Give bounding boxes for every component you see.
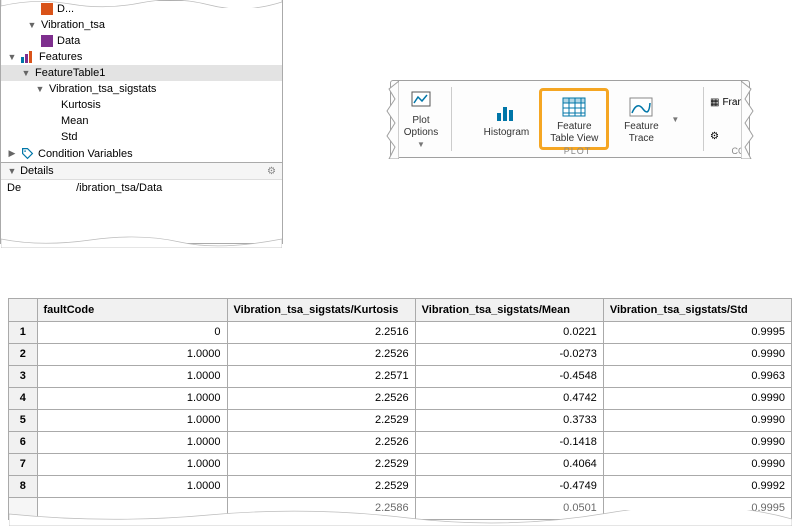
cell-kurtosis[interactable]: 2.2516 xyxy=(227,321,415,343)
cell-faultcode[interactable]: 1.0000 xyxy=(37,431,227,453)
details-body: Dexxxxxxxxxx/ibration_tsa/Data xyxy=(1,179,282,196)
tree-item-mean[interactable]: Mean xyxy=(1,113,282,129)
row-number: 3 xyxy=(9,365,37,387)
cell-kurtosis[interactable]: 2.2529 xyxy=(227,409,415,431)
table-row[interactable]: 21.00002.2526-0.02730.9990 xyxy=(9,343,792,365)
table-row[interactable]: 81.00002.2529-0.47490.9992 xyxy=(9,475,792,497)
table-row[interactable]: 51.00002.25290.37330.9990 xyxy=(9,409,792,431)
plot-type-group: Histogram Feature Table View Feature Tra… xyxy=(452,81,703,157)
tree-item-condition-variables[interactable]: ▶Condition Variables xyxy=(1,145,282,162)
histogram-button[interactable]: Histogram xyxy=(476,97,538,141)
cell-faultcode[interactable]: 1.0000 xyxy=(37,387,227,409)
cell-kurtosis[interactable]: 2.2526 xyxy=(227,343,415,365)
feature-table: faultCode Vibration_tsa_sigstats/Kurtosi… xyxy=(8,298,792,520)
cell-kurtosis[interactable]: 2.2526 xyxy=(227,387,415,409)
cell-faultcode[interactable]: 1.0000 xyxy=(37,475,227,497)
row-number: 4 xyxy=(9,387,37,409)
cell-faultcode[interactable]: 1.0000 xyxy=(37,453,227,475)
torn-edge-left xyxy=(381,81,399,159)
row-number: 2 xyxy=(9,343,37,365)
expand-icon[interactable]: ▶ xyxy=(7,148,17,159)
table-icon xyxy=(562,95,586,119)
cell-std[interactable]: 0.9990 xyxy=(603,387,791,409)
torn-edge-right xyxy=(741,81,759,159)
tree-item-vibration-tsa[interactable]: ▼Vibration_tsa xyxy=(1,17,282,33)
row-number: 1 xyxy=(9,321,37,343)
col-faultcode[interactable]: faultCode xyxy=(37,299,227,321)
cell-mean[interactable]: -0.4749 xyxy=(415,475,603,497)
table-row[interactable]: 41.00002.25260.47420.9990 xyxy=(9,387,792,409)
tree-item-sigstats[interactable]: ▼Vibration_tsa_sigstats xyxy=(1,81,282,97)
collapse-icon[interactable]: ▼ xyxy=(27,20,37,30)
cell-std[interactable]: 0.9990 xyxy=(603,453,791,475)
feature-trace-icon xyxy=(629,95,653,119)
tag-icon xyxy=(21,147,34,160)
torn-edge-top xyxy=(1,0,282,8)
cell-faultcode[interactable]: 1.0000 xyxy=(37,343,227,365)
row-number: 5 xyxy=(9,409,37,431)
chevron-down-icon: ▼ xyxy=(417,139,425,151)
gear-icon: ⚙ xyxy=(710,131,719,142)
col-rownum[interactable] xyxy=(9,299,37,321)
details-header[interactable]: ▼ Details ⚙ xyxy=(1,162,282,179)
cell-kurtosis[interactable]: 2.2571 xyxy=(227,365,415,387)
table-row[interactable]: 102.25160.02210.9995 xyxy=(9,321,792,343)
tree-item-kurtosis[interactable]: Kurtosis xyxy=(1,97,282,113)
cell-kurtosis[interactable]: 2.2529 xyxy=(227,453,415,475)
table-row[interactable]: 71.00002.25290.40640.9990 xyxy=(9,453,792,475)
settings-button[interactable]: ⚙ xyxy=(710,131,743,142)
table-row[interactable]: 31.00002.2571-0.45480.9963 xyxy=(9,365,792,387)
col-kurtosis[interactable]: Vibration_tsa_sigstats/Kurtosis xyxy=(227,299,415,321)
section-label: PLOT xyxy=(564,146,592,156)
cell-mean[interactable]: 0.4064 xyxy=(415,453,603,475)
cell-faultcode[interactable]: 1.0000 xyxy=(37,365,227,387)
cell-std[interactable]: 0.9963 xyxy=(603,365,791,387)
tree-item-data[interactable]: Data xyxy=(1,33,282,49)
tree-item-features[interactable]: ▼Features xyxy=(1,49,282,65)
cell-mean[interactable]: 0.4742 xyxy=(415,387,603,409)
collapse-icon[interactable]: ▼ xyxy=(35,84,45,94)
col-std[interactable]: Vibration_tsa_sigstats/Std xyxy=(603,299,791,321)
cell-std[interactable]: 0.9995 xyxy=(603,321,791,343)
cell-mean[interactable]: -0.0273 xyxy=(415,343,603,365)
plot-toolstrip: Plot Options ▼ Histogram Feature Table V… xyxy=(390,80,750,158)
plot-options-icon xyxy=(409,89,433,113)
row-number: 6 xyxy=(9,431,37,453)
col-mean[interactable]: Vibration_tsa_sigstats/Mean xyxy=(415,299,603,321)
table-row[interactable]: 61.00002.2526-0.14180.9990 xyxy=(9,431,792,453)
gear-icon[interactable]: ⚙ xyxy=(267,166,276,177)
cell-faultcode[interactable]: 1.0000 xyxy=(37,409,227,431)
frame-icon: ▦ xyxy=(710,97,719,108)
data-browser-tree: D... ▼Vibration_tsa Data ▼Features ▼Feat… xyxy=(0,0,283,244)
cell-faultcode[interactable]: 0 xyxy=(37,321,227,343)
features-icon xyxy=(21,51,35,63)
cell-mean[interactable]: -0.1418 xyxy=(415,431,603,453)
cell-kurtosis[interactable]: 2.2529 xyxy=(227,475,415,497)
collapse-icon[interactable]: ▼ xyxy=(21,68,31,78)
cell-mean[interactable]: 0.0221 xyxy=(415,321,603,343)
cell-mean[interactable]: -0.4548 xyxy=(415,365,603,387)
cell-std[interactable]: 0.9992 xyxy=(603,475,791,497)
data-square-icon xyxy=(41,35,53,47)
cell-std[interactable]: 0.9990 xyxy=(603,343,791,365)
histogram-icon xyxy=(494,101,518,125)
feature-trace-button[interactable]: Feature Trace xyxy=(611,91,671,147)
cell-kurtosis[interactable]: 2.2526 xyxy=(227,431,415,453)
cell-std[interactable]: 0.9990 xyxy=(603,431,791,453)
cell-mean[interactable]: 0.3733 xyxy=(415,409,603,431)
tree-item-featuretable1[interactable]: ▼FeatureTable1 xyxy=(1,65,282,81)
chevron-down-icon[interactable]: ▼ xyxy=(671,115,679,124)
collapse-icon[interactable]: ▼ xyxy=(7,52,17,62)
cell-std[interactable]: 0.9990 xyxy=(603,409,791,431)
row-number: 8 xyxy=(9,475,37,497)
plot-options-button[interactable]: Plot Options ▼ xyxy=(391,81,451,157)
collapse-icon[interactable]: ▼ xyxy=(7,166,17,176)
torn-edge-bottom xyxy=(9,510,792,526)
tree-item-std[interactable]: Std xyxy=(1,129,282,145)
frame-policy-button[interactable]: ▦Fran xyxy=(710,97,743,108)
row-number: 7 xyxy=(9,453,37,475)
torn-edge-bottom xyxy=(1,236,282,248)
table-header-row: faultCode Vibration_tsa_sigstats/Kurtosi… xyxy=(9,299,792,321)
feature-table-view-button[interactable]: Feature Table View xyxy=(539,88,609,150)
